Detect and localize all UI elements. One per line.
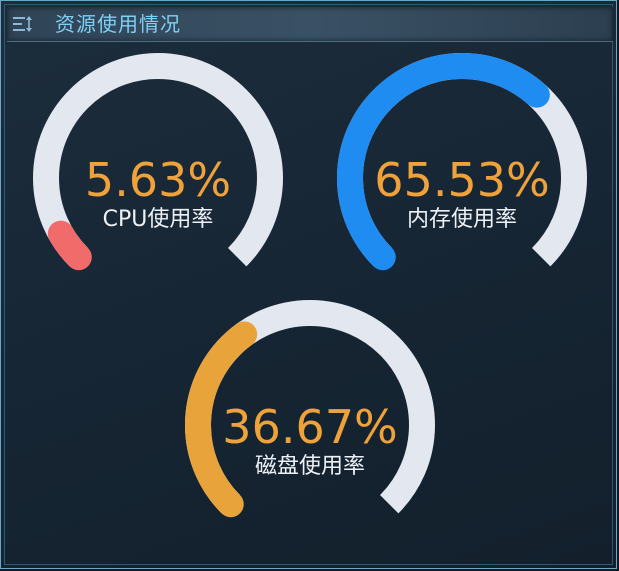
gauge-charts: 5.63%CPU使用率 65.53%内存使用率 36.67%磁盘使用率 (33, 53, 587, 518)
gauge-value-text-cpu: 5.63% (85, 153, 231, 207)
gauge-label-disk: 磁盘使用率 (255, 454, 365, 479)
gauge-label-memory: 内存使用率 (407, 207, 517, 232)
gauge-label-cpu: CPU使用率 (103, 207, 214, 232)
gauge-value-arc-cpu (47, 220, 92, 271)
gauge-value-text-disk: 36.67% (222, 400, 397, 454)
gauge-value-text-memory: 65.53% (374, 153, 549, 207)
